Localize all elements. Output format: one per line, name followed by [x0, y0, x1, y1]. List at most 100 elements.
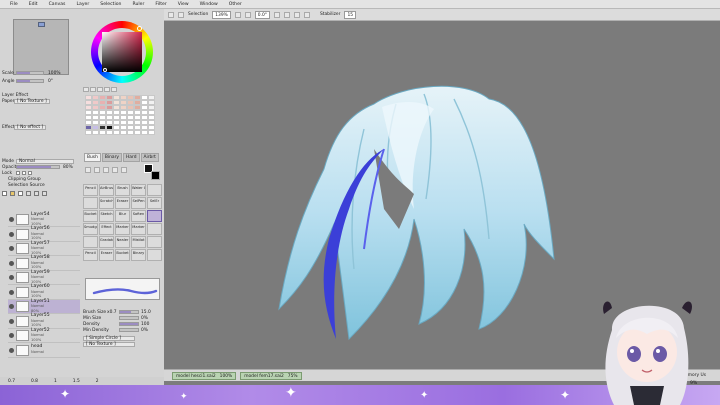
- visibility-eye-icon[interactable]: [9, 260, 14, 266]
- navigator-viewport[interactable]: [38, 22, 45, 27]
- selection-icon[interactable]: [178, 11, 184, 18]
- lock-checkbox-3[interactable]: [28, 171, 32, 175]
- density-slider[interactable]: [119, 322, 139, 326]
- brush-tool-slot[interactable]: SelPen: [131, 197, 146, 209]
- size-preset[interactable]: 1: [54, 379, 57, 384]
- layer-row[interactable]: Layer59 Normal 100%: [8, 270, 80, 285]
- color-swatch[interactable]: [120, 130, 127, 135]
- tool-tab[interactable]: Airbrt: [140, 153, 159, 162]
- effect-select[interactable]: [ No effect ]: [14, 124, 47, 130]
- size-preset[interactable]: 0.8: [31, 379, 38, 384]
- brush-tool-slot[interactable]: [147, 236, 162, 248]
- brush-tool-slot[interactable]: AirBrush: [99, 184, 114, 196]
- menu-layer[interactable]: Layer: [76, 2, 89, 7]
- brush-tool-slot[interactable]: Pencil: [83, 184, 98, 196]
- color-swatch[interactable]: [141, 130, 148, 135]
- brush-size-multiplier[interactable]: x0.7: [107, 310, 119, 315]
- layer-row[interactable]: Layer55 Normal 100%: [8, 313, 80, 329]
- reset-rotation-button[interactable]: [293, 11, 300, 18]
- color-swatch[interactable]: [113, 130, 120, 135]
- brush-tool-slot[interactable]: Eraser: [99, 249, 114, 261]
- brush-tool-slot[interactable]: Water Color: [131, 184, 146, 196]
- brush-tool-slot[interactable]: [83, 236, 98, 248]
- color-swatch[interactable]: [92, 130, 99, 135]
- brush-tool-slot[interactable]: Mistlot: [131, 236, 146, 248]
- menu-selection[interactable]: Selection: [100, 2, 121, 7]
- brush-tool-slot[interactable]: Marker: [131, 223, 146, 235]
- new-layer-button[interactable]: [2, 190, 7, 196]
- color-swatch[interactable]: [127, 130, 134, 135]
- layer-row[interactable]: head Normal: [8, 344, 80, 358]
- lock-checkbox[interactable]: [16, 171, 20, 175]
- menu-canvas[interactable]: Canvas: [49, 2, 66, 7]
- brush-tool-slot[interactable]: [147, 210, 162, 222]
- visibility-eye-icon[interactable]: [9, 217, 14, 222]
- clipping-group-checkbox[interactable]: Clipping Group: [2, 177, 41, 182]
- visibility-eye-icon[interactable]: [9, 347, 14, 353]
- min-size-slider[interactable]: [119, 316, 139, 320]
- brush-tool-slot[interactable]: Bucket: [115, 249, 130, 261]
- menu-filter[interactable]: Filter: [155, 2, 166, 7]
- brush-tool-slot[interactable]: Eraser: [115, 197, 130, 209]
- brush-tool-slot[interactable]: Smudge: [83, 223, 98, 235]
- rotate-right-button[interactable]: [283, 11, 290, 18]
- layer-row[interactable]: Layer54 Normal 100%: [8, 212, 80, 227]
- rotate-field[interactable]: 0.0°: [254, 10, 270, 19]
- menu-view[interactable]: View: [178, 2, 189, 7]
- zoom-out-button[interactable]: [234, 11, 241, 18]
- color-swatch[interactable]: [134, 130, 141, 135]
- brush-tool-slot[interactable]: [83, 197, 98, 209]
- brush-shape-select[interactable]: [ Simple Circle ]: [83, 335, 135, 341]
- paper-texture-select[interactable]: [ No Texture ]: [14, 98, 50, 104]
- brush-tool-slot[interactable]: Gradate: [99, 236, 114, 248]
- visibility-eye-icon[interactable]: [9, 275, 14, 280]
- brush-tool-slot[interactable]: Bucket: [83, 210, 98, 222]
- brush-tool-slot[interactable]: [147, 249, 162, 261]
- layer-row[interactable]: Layer58 Normal 100%: [8, 255, 80, 271]
- canvas-tab[interactable]: model hesci1.sai2 100%: [172, 371, 237, 380]
- scale-slider[interactable]: [16, 71, 44, 75]
- color-swatch[interactable]: [106, 130, 113, 135]
- select-tool-icon[interactable]: [85, 167, 91, 173]
- layer-row[interactable]: Layer52 Normal 100%: [8, 328, 80, 343]
- menu-ruler[interactable]: Ruler: [132, 2, 144, 7]
- selection-source-checkbox[interactable]: Selection Source: [2, 183, 45, 188]
- brush-tool-slot[interactable]: Effect: [99, 223, 114, 235]
- brush-tool-slot[interactable]: Soften: [131, 210, 146, 222]
- magic-wand-icon[interactable]: [103, 167, 109, 173]
- hue-picker-handle[interactable]: [137, 26, 142, 31]
- layer-row[interactable]: Layer56 Normal 100%: [8, 226, 80, 242]
- lasso-tool-icon[interactable]: [94, 167, 100, 173]
- brush-tool-slot[interactable]: Sketch: [99, 210, 114, 222]
- brush-tool-slot[interactable]: Scratch: [99, 197, 114, 209]
- navigator-thumbnail[interactable]: [13, 19, 69, 75]
- min-density-slider[interactable]: [119, 328, 139, 332]
- zoom-tool-icon[interactable]: [121, 167, 127, 173]
- size-preset[interactable]: 2: [96, 379, 99, 384]
- visibility-eye-icon[interactable]: [9, 318, 14, 324]
- brush-tool-slot[interactable]: Blur: [115, 210, 130, 222]
- brush-tool-slot[interactable]: Pencil: [83, 249, 98, 261]
- visibility-eye-icon[interactable]: [9, 304, 14, 309]
- visibility-eye-icon[interactable]: [9, 246, 14, 251]
- brush-tool-slot[interactable]: [147, 223, 162, 235]
- color-swatch[interactable]: [99, 130, 106, 135]
- menu-edit[interactable]: Edit: [29, 2, 38, 7]
- deselect-icon[interactable]: [168, 11, 174, 18]
- menu-other[interactable]: Other: [229, 2, 242, 7]
- visibility-eye-icon[interactable]: [9, 289, 14, 295]
- tool-tab[interactable]: Bush: [84, 153, 101, 162]
- brush-tool-slot[interactable]: Nealer: [115, 236, 130, 248]
- opacity-slider[interactable]: [16, 165, 60, 169]
- brush-tool-slot[interactable]: Binary: [131, 249, 146, 261]
- copy-layer-button[interactable]: [18, 190, 23, 196]
- brush-size-slider[interactable]: [119, 310, 139, 314]
- layer-row[interactable]: Layer51 Normal 80%: [8, 299, 80, 314]
- brush-tool-slot[interactable]: Marker: [115, 223, 130, 235]
- tool-tab[interactable]: Hard: [122, 153, 140, 162]
- stabilizer-field[interactable]: 15: [344, 10, 357, 19]
- size-preset[interactable]: 1.5: [73, 379, 80, 384]
- canvas-tab[interactable]: model fem17.sai2 75%: [240, 371, 302, 380]
- sv-picker-handle[interactable]: [103, 68, 107, 72]
- secondary-color-box[interactable]: [151, 171, 160, 180]
